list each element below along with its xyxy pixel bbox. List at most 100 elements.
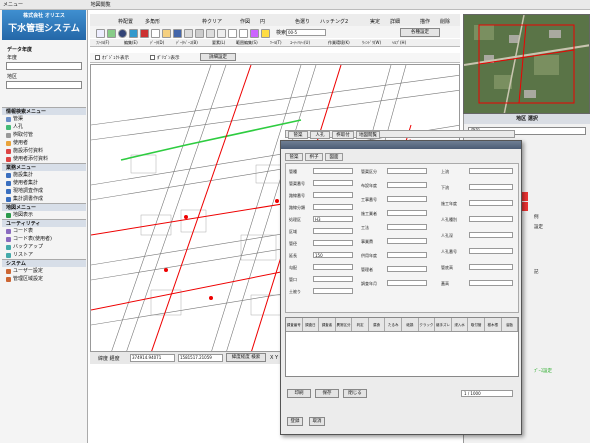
undo-icon[interactable] <box>228 29 237 38</box>
field-input-left[interactable] <box>313 264 353 270</box>
redo-icon[interactable] <box>239 29 248 38</box>
search-input[interactable]: 00-5 <box>286 29 326 36</box>
latlon-search-button[interactable]: 緯度経度 検索 <box>226 353 266 362</box>
sidebar-item-backup[interactable]: バックアップ <box>2 243 86 251</box>
sidebar-item-inlet[interactable]: 桝取付管 <box>2 131 86 139</box>
menu-range-edit[interactable]: 範囲編集(S) <box>236 40 258 46</box>
tab-pipe[interactable]: 管渠 <box>288 131 308 139</box>
menu-workenv[interactable]: 作業環境(K) <box>328 40 350 46</box>
field-input-mid[interactable] <box>387 266 427 272</box>
tab-manhole[interactable]: 人孔 <box>310 131 330 139</box>
sidebar-item-restore[interactable]: リストア <box>2 251 86 259</box>
district-select[interactable] <box>6 81 82 89</box>
field-input-left[interactable] <box>313 180 353 186</box>
field-input-left[interactable] <box>313 288 353 294</box>
sidebar-item-area-settings[interactable]: 管理区域設定 <box>2 275 86 283</box>
tool-circle[interactable]: 円 <box>260 18 265 25</box>
tool-color[interactable]: 色選り <box>295 18 310 25</box>
year-select[interactable] <box>6 62 82 70</box>
field-input-mid[interactable] <box>387 280 427 286</box>
info-icon[interactable] <box>118 29 127 38</box>
tool-frame-clear[interactable]: 枠クリア <box>202 18 222 25</box>
layer-icon[interactable] <box>107 29 116 38</box>
subtab-pipe[interactable]: 管渠 <box>285 153 303 161</box>
menu-help[interactable]: ﾍﾙﾌﾟ(H) <box>392 40 406 46</box>
tab-inlet[interactable]: 桝取付 <box>332 131 354 139</box>
menu-file[interactable]: ﾌｧｲﾙ(F) <box>96 40 109 46</box>
sidebar-item-user-settings[interactable]: ユーザー設定 <box>2 267 86 275</box>
sidebar-item-field-survey[interactable]: 現地調査作成 <box>2 187 86 195</box>
sidebar-item-pipe[interactable]: 管渠 <box>2 115 86 123</box>
sidebar-item-code[interactable]: コード表 <box>2 227 86 235</box>
field-input-right[interactable] <box>469 248 513 254</box>
sidebar-item-facility-total[interactable]: 施設集計 <box>2 171 86 179</box>
sidebar-item-map-view[interactable]: 地図表示 <box>2 211 86 219</box>
zoom-icon[interactable] <box>129 29 138 38</box>
sidebar-item-user-docs[interactable]: 使用者添付資料 <box>2 155 86 163</box>
menu-edit[interactable]: 編集(E) <box>124 40 138 46</box>
help-icon[interactable] <box>261 29 270 38</box>
tool-frame[interactable]: 枠配置 <box>118 18 133 25</box>
field-input-mid[interactable] <box>387 196 427 202</box>
menu-item-map[interactable]: 地図閲覧 <box>88 0 114 10</box>
field-input-left[interactable]: H3 <box>313 216 353 222</box>
tool-fix[interactable]: 実定 <box>370 18 380 25</box>
stop-icon[interactable] <box>140 29 149 38</box>
menu-tool[interactable]: ﾂｰﾙ(T) <box>270 40 282 46</box>
tool-hatch[interactable]: ハッチング2 <box>320 18 348 25</box>
object-checkbox[interactable] <box>95 55 100 60</box>
select-icon[interactable] <box>250 29 259 38</box>
field-input-mid[interactable] <box>387 224 427 230</box>
tab-map[interactable]: 地図閲覧 <box>356 131 380 139</box>
paste-icon[interactable] <box>217 29 226 38</box>
page-indicator[interactable]: 1 / 1000 <box>461 390 513 397</box>
lon-field[interactable]: 1581517.21059 <box>178 354 223 362</box>
sidebar-item-summary[interactable]: 集計調書作成 <box>2 195 86 203</box>
field-input-left[interactable]: 150 <box>313 252 353 258</box>
sidebar-item-code-user[interactable]: コード表(使用者) <box>2 235 86 243</box>
close-button[interactable]: 閉じる <box>343 389 367 398</box>
field-input-mid[interactable] <box>387 168 427 174</box>
tool-polygon[interactable]: 多角形 <box>145 18 160 25</box>
field-input-left[interactable] <box>313 168 353 174</box>
sidebar-item-manhole[interactable]: 人孔 <box>2 123 86 131</box>
sidebar-item-user[interactable]: 使用者 <box>2 139 86 147</box>
subtab-drawing[interactable]: 図面 <box>325 153 343 161</box>
field-input-left[interactable] <box>313 240 353 246</box>
detail-settings-button[interactable]: 詳細設定 <box>200 53 236 61</box>
menu-data[interactable]: ﾃﾞｰﾀ(D) <box>150 40 164 46</box>
settings-button[interactable]: 各種設定 <box>400 28 440 37</box>
new-icon[interactable] <box>96 29 105 38</box>
field-input-right[interactable] <box>469 264 513 270</box>
aerial-photo[interactable] <box>463 14 590 114</box>
field-input-right[interactable] <box>469 216 513 222</box>
subtab-child[interactable]: 桝子 <box>305 153 323 161</box>
field-input-left[interactable] <box>313 276 353 282</box>
tool-detail[interactable]: 詳細 <box>390 18 400 25</box>
field-input-mid[interactable] <box>387 238 427 244</box>
tool-delete[interactable]: 削除 <box>440 18 450 25</box>
sidebar-item-user-total[interactable]: 使用者集計 <box>2 179 86 187</box>
page-icon[interactable] <box>151 29 160 38</box>
field-input-right[interactable] <box>469 168 513 174</box>
field-input-right[interactable] <box>469 200 513 206</box>
menu-element[interactable]: 要素(L) <box>212 40 225 46</box>
cut-icon[interactable] <box>195 29 204 38</box>
menu-window[interactable]: ｳｨﾝﾄﾞｳ(W) <box>362 40 381 46</box>
field-input-mid[interactable] <box>387 252 427 258</box>
copy-icon[interactable] <box>206 29 215 38</box>
tool-operate[interactable]: 描作 <box>420 18 430 25</box>
field-input-mid[interactable] <box>387 182 427 188</box>
save-button[interactable]: 保存 <box>315 389 339 398</box>
menu-database[interactable]: ﾃﾞｰﾀﾍﾞｰｽ(B) <box>176 40 198 46</box>
print-button[interactable]: 印刷 <box>287 389 311 398</box>
polygon-checkbox[interactable] <box>150 55 155 60</box>
field-input-left[interactable] <box>313 228 353 234</box>
folder-icon[interactable] <box>162 29 171 38</box>
field-input-right[interactable] <box>469 280 513 286</box>
field-input-right[interactable] <box>469 184 513 190</box>
tool-draw[interactable]: 作図 <box>240 18 250 25</box>
field-input-left[interactable] <box>313 204 353 210</box>
save-icon[interactable] <box>173 29 182 38</box>
print-icon[interactable] <box>184 29 193 38</box>
